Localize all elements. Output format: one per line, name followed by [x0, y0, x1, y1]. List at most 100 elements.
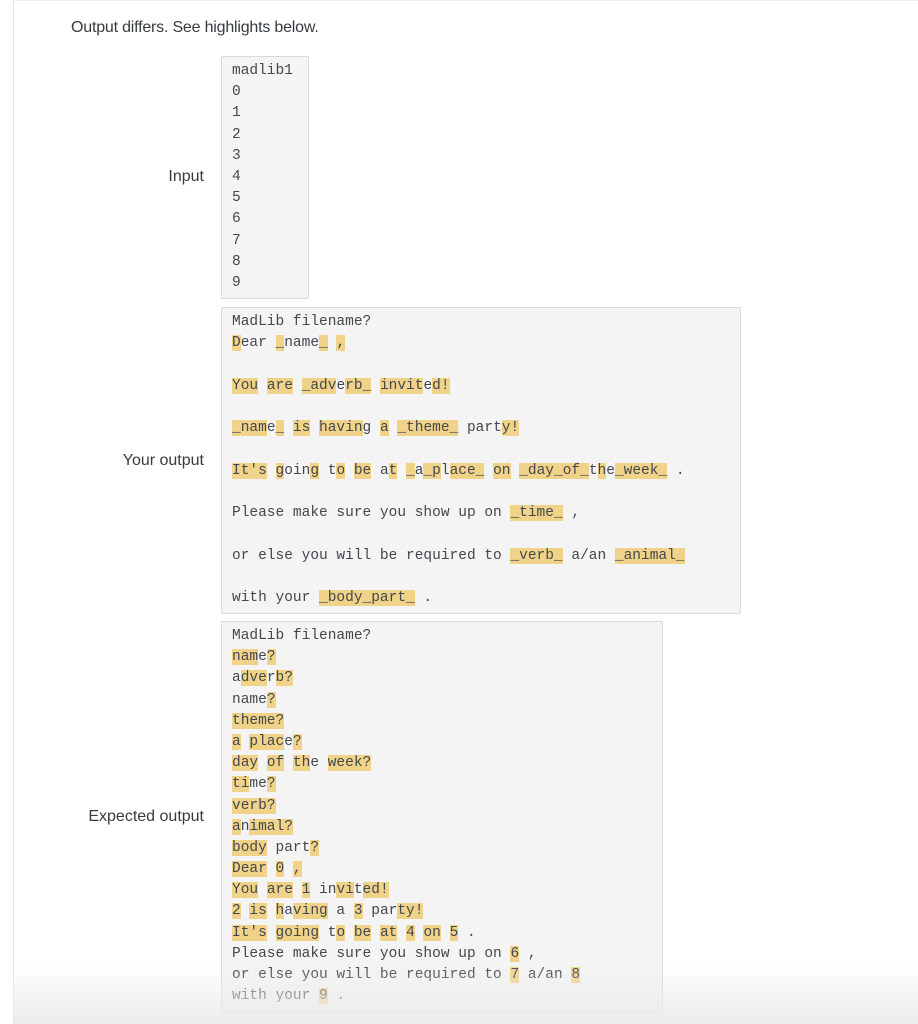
diff-highlight: ti: [232, 776, 250, 793]
diff-highlight: on: [423, 924, 441, 941]
diff-highlight: dve: [240, 670, 267, 687]
diff-highlight: on: [493, 462, 511, 479]
expected-output-box: MadLib filename? name? adverb? name? theme? a…: [221, 621, 663, 1013]
diff-highlight: g: [310, 462, 320, 479]
diff-highlight: b?: [275, 670, 293, 687]
input-line: 6: [232, 211, 241, 228]
text-segment: part: [458, 420, 502, 437]
text-segment: r: [266, 670, 276, 687]
diff-highlight: are: [266, 882, 293, 899]
input-line: 0: [232, 84, 241, 101]
text-segment: [371, 925, 380, 941]
diff-highlight: h: [275, 903, 285, 920]
text-segment: [293, 378, 302, 394]
text-segment: [310, 420, 319, 436]
input-line: 8: [232, 253, 241, 270]
input-label: Input: [168, 168, 204, 185]
text-segment: .: [667, 462, 685, 479]
input-line: 2: [232, 126, 241, 143]
diff-highlight: is: [292, 420, 311, 437]
text-segment: t: [353, 882, 363, 899]
text-segment: with your: [232, 988, 320, 1005]
expected-output-line: day of the week?: [232, 753, 652, 774]
text-segment: [397, 463, 406, 479]
diff-highlight: week?: [327, 755, 372, 772]
your-output-line: It's going to be at _a_place_ on _day_of…: [232, 461, 730, 504]
text-segment: e: [336, 377, 346, 394]
text-segment: t: [319, 462, 337, 479]
text-segment: e: [266, 420, 276, 437]
diff-highlight: ty!: [397, 903, 424, 920]
input-box: madlib1 0 1 2 3 4 5 6 7 8 9: [221, 56, 309, 299]
expected-output-line: animal?: [232, 817, 652, 838]
diff-highlight: You: [232, 377, 259, 394]
diff-highlight: ving: [292, 903, 328, 920]
input-line: 4: [232, 168, 241, 185]
diff-highlight: ,: [292, 861, 302, 878]
text-segment: [371, 420, 380, 436]
diff-highlight: Dear: [232, 861, 267, 878]
text-segment: [258, 378, 267, 394]
status-message: Output differs. See highlights below.: [71, 19, 319, 36]
text-segment: .: [458, 924, 476, 941]
diff-highlight: ?: [266, 649, 276, 666]
text-segment: [511, 463, 520, 479]
diff-highlight: g: [275, 462, 285, 479]
expected-output-label: Expected output: [88, 808, 204, 825]
diff-highlight: ?: [266, 776, 276, 793]
diff-highlight: _week_: [614, 462, 668, 479]
diff-highlight: are: [266, 377, 293, 394]
diff-highlight: D: [232, 335, 241, 352]
text-segment: [284, 420, 293, 436]
diff-highlight: _body_part_: [319, 590, 415, 607]
text-segment: part: [266, 839, 311, 856]
text-segment: a: [327, 903, 354, 920]
expected-output-line: name?: [232, 647, 652, 668]
diff-highlight: _: [275, 335, 285, 352]
diff-highlight: imal?: [249, 818, 293, 835]
text-segment: ear: [240, 335, 276, 352]
diff-highlight: 2: [232, 903, 241, 920]
diff-highlight: _animal_: [614, 547, 685, 564]
text-segment: [267, 903, 276, 919]
text-segment: or else you will be required to: [232, 547, 511, 564]
diff-highlight: nam: [232, 649, 259, 666]
diff-highlight: th: [292, 755, 311, 772]
diff-highlight: _verb_: [510, 547, 563, 564]
expected-output-line: MadLib filename?: [232, 626, 652, 647]
diff-highlight: _time_: [510, 505, 563, 522]
diff-highlight: o: [336, 924, 346, 941]
diff-highlight: _theme_: [397, 420, 459, 437]
diff-highlight: 8: [571, 967, 581, 983]
text-segment: [441, 925, 450, 941]
input-line: 7: [232, 232, 241, 249]
expected-output-line: time?: [232, 774, 652, 795]
text-segment: me: [249, 776, 267, 793]
your-output-line: or else you will be required to _verb_ a…: [232, 546, 730, 589]
text-segment: a: [284, 903, 293, 920]
diff-highlight: It's: [232, 462, 267, 479]
text-segment: MadLib filename?: [232, 314, 372, 330]
text-segment: e: [310, 755, 328, 772]
diff-highlight: body: [232, 839, 267, 856]
diff-highlight: at: [379, 924, 398, 941]
diff-highlight: o: [336, 462, 346, 479]
diff-highlight: invit: [379, 377, 424, 394]
diff-highlight: 4: [406, 924, 415, 941]
text-segment: [345, 463, 354, 479]
text-segment: par: [362, 903, 398, 920]
expected-output-line: You are 1 invited!: [232, 880, 652, 901]
text-segment: [293, 882, 302, 898]
diff-highlight: ?: [310, 839, 320, 856]
diff-highlight: y!: [501, 420, 520, 437]
text-segment: with your: [232, 590, 320, 607]
text-segment: oin: [284, 462, 311, 479]
text-segment: [267, 463, 276, 479]
text-segment: [284, 755, 293, 771]
diff-highlight: _day_of_: [519, 462, 589, 479]
your-output-line: _name_ is having a _theme_ party!: [232, 418, 730, 461]
text-segment: .: [414, 590, 433, 607]
diff-highlight: plac: [249, 733, 285, 750]
diff-highlight: 0: [275, 861, 285, 878]
diff-highlight: You: [232, 882, 259, 899]
